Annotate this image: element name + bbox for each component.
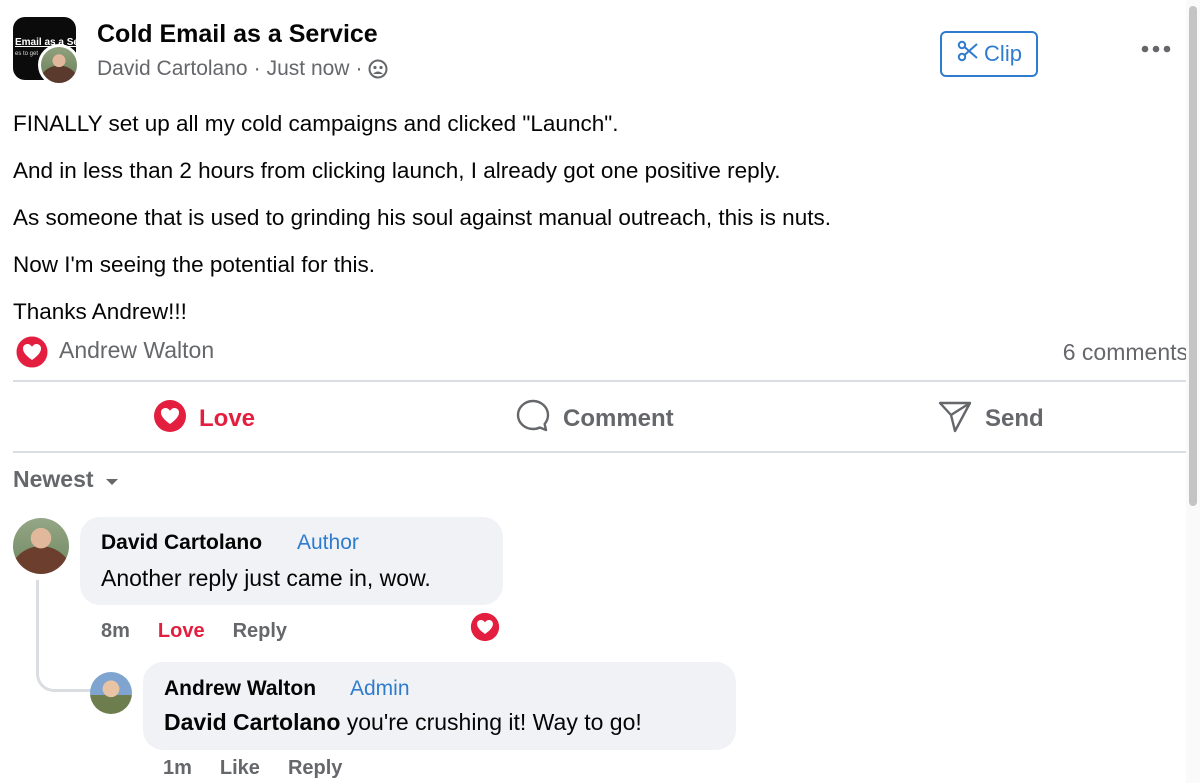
author-avatar[interactable]: [38, 44, 80, 86]
scissors-icon: [956, 39, 980, 69]
comment-label: Comment: [563, 405, 674, 432]
post-paragraph: Thanks Andrew!!!: [13, 299, 187, 324]
post-paragraph: And in less than 2 hours from clicking l…: [13, 158, 781, 183]
clip-button[interactable]: Clip: [940, 31, 1038, 77]
group-avatar-subtext: es to get: [15, 51, 39, 57]
reply-text-body: you're crushing it! Way to go!: [340, 709, 642, 735]
reply-reply-button[interactable]: Reply: [288, 757, 342, 780]
comment-button[interactable]: Comment: [515, 398, 674, 440]
send-button[interactable]: Send: [937, 398, 1044, 440]
caret-down-icon: [104, 466, 120, 493]
group-icon: [368, 59, 388, 79]
reply-actions: 1m Like Reply: [163, 757, 342, 780]
love-reaction-icon[interactable]: [15, 335, 49, 374]
meta-separator: ·: [253, 57, 261, 80]
love-reaction-icon: [470, 612, 500, 647]
love-icon: [153, 399, 187, 440]
mention-link[interactable]: David Cartolano: [164, 709, 340, 735]
post-body: FINALLY set up all my cold campaigns and…: [13, 100, 1183, 335]
send-label: Send: [985, 405, 1044, 432]
comment-reaction-badge[interactable]: [469, 612, 501, 647]
divider: [13, 380, 1188, 382]
reply-author[interactable]: Andrew Walton: [164, 677, 316, 701]
post-time[interactable]: Just now: [267, 57, 350, 81]
post-author[interactable]: David Cartolano: [97, 57, 248, 81]
comment-author[interactable]: David Cartolano: [101, 531, 262, 555]
reactions-summary: Andrew Walton 6 comments: [13, 333, 1188, 371]
author-badge: Author: [297, 531, 359, 554]
divider: [13, 451, 1188, 453]
admin-badge: Admin: [350, 677, 410, 700]
post-paragraph: FINALLY set up all my cold campaigns and…: [13, 111, 619, 136]
love-label: Love: [199, 405, 256, 432]
comment-reply-button[interactable]: Reply: [233, 620, 287, 643]
group-name[interactable]: Cold Email as a Service: [97, 20, 378, 49]
reply-text: David Cartolano you're crushing it! Way …: [164, 709, 642, 736]
comment-time: 8m: [101, 620, 130, 642]
comment-avatar[interactable]: [13, 518, 69, 574]
reply-time: 1m: [163, 757, 192, 779]
comment-actions: 8m Love Reply: [101, 620, 287, 643]
post-meta: David Cartolano · Just now ·: [97, 57, 388, 81]
clip-label: Clip: [984, 41, 1022, 66]
more-options-button[interactable]: [1138, 34, 1174, 64]
reply-like-button[interactable]: Like: [220, 757, 260, 780]
post-paragraph: As someone that is used to grinding his …: [13, 205, 831, 230]
post-paragraph: Now I'm seeing the potential for this.: [13, 252, 375, 277]
comment-icon: [515, 398, 551, 441]
more-horizontal-icon: [1141, 40, 1171, 58]
send-icon: [937, 398, 973, 441]
love-button[interactable]: Love: [153, 398, 255, 440]
reply-avatar[interactable]: [90, 672, 132, 714]
reply-bubble: Andrew Walton Admin David Cartolano you'…: [143, 662, 736, 750]
meta-separator: ·: [355, 57, 363, 80]
comment-love-button[interactable]: Love: [158, 620, 205, 643]
comment-text: Another reply just came in, wow.: [101, 565, 431, 591]
scrollbar-thumb[interactable]: [1189, 6, 1197, 506]
scrollbar[interactable]: [1186, 0, 1200, 783]
reply-thread-line: [36, 580, 91, 692]
comment-bubble: David Cartolano Author Another reply jus…: [80, 517, 503, 605]
sort-label: Newest: [13, 466, 94, 492]
comments-count[interactable]: 6 comments: [1063, 339, 1188, 366]
reactor-name[interactable]: Andrew Walton: [59, 337, 214, 364]
comment-sort-dropdown[interactable]: Newest: [13, 466, 120, 493]
